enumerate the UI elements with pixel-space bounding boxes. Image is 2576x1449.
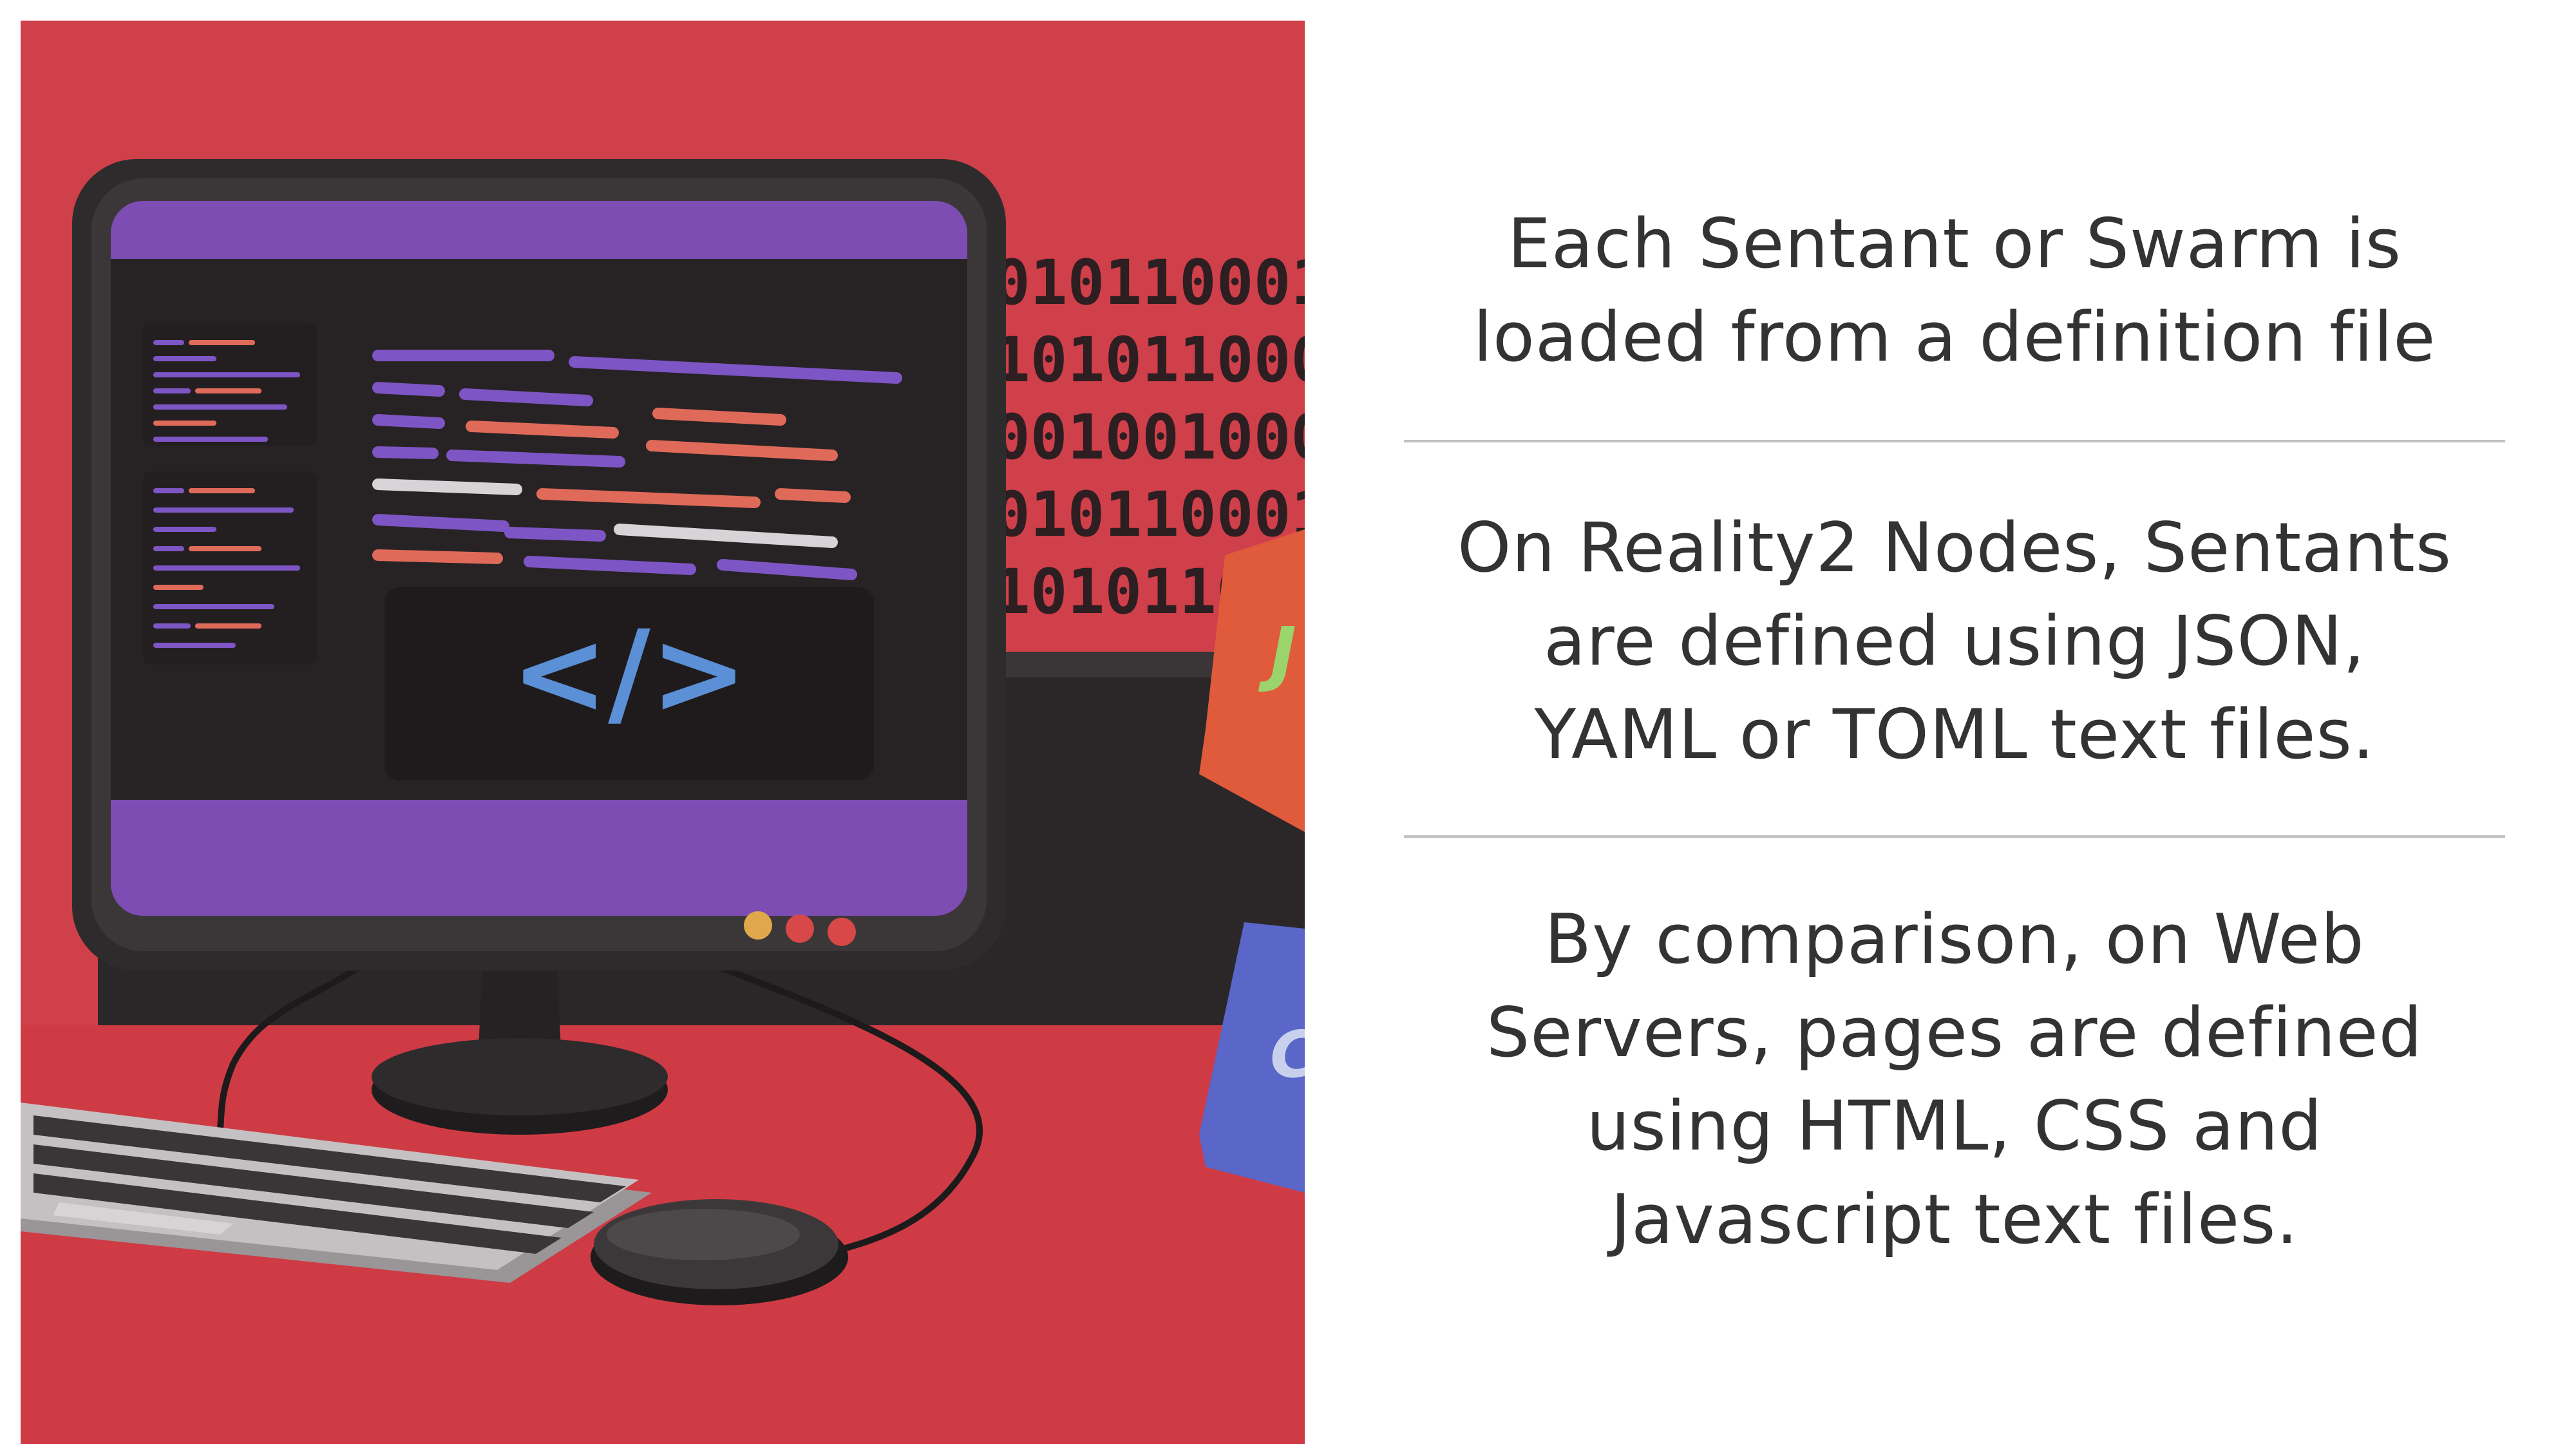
binary-line: 0010010001	[993, 401, 1305, 473]
indicator-dot	[786, 914, 814, 943]
paragraph-line: are defined using JSON,	[1544, 601, 2365, 681]
paragraph-line: Each Sentant or Swarm is	[1507, 204, 2402, 283]
computer-scene-image: 0101100010 1010110001 0010010001 0101100…	[21, 21, 1305, 1444]
binary-line: 0101100010	[993, 247, 1305, 319]
computer-illustration: 0101100010 1010110001 0010010001 0101100…	[21, 21, 1305, 1444]
code-symbol: </>	[511, 606, 747, 741]
monitor: </>	[72, 159, 1006, 971]
divider	[1404, 835, 2505, 838]
card-letter: C	[1270, 1017, 1305, 1092]
web-servers-paragraph: By comparison, on Web Servers, pages are…	[1404, 893, 2505, 1266]
definition-file-paragraph: Each Sentant or Swarm is loaded from a d…	[1404, 197, 2505, 384]
paragraph-line: On Reality2 Nodes, Sentants	[1457, 508, 2452, 587]
indicator-dot	[828, 918, 856, 946]
paragraph-line: loaded from a definition file	[1473, 298, 2436, 377]
binary-line: 0101100010	[993, 478, 1305, 551]
paragraph-line: Servers, pages are defined	[1486, 993, 2423, 1072]
divider	[1404, 440, 2505, 442]
paragraph-line: using HTML, CSS and	[1586, 1086, 2323, 1166]
text-panel: Each Sentant or Swarm is loaded from a d…	[1404, 0, 2505, 1449]
binary-line: 1010110001	[993, 324, 1305, 396]
indicator-dot	[744, 911, 772, 940]
paragraph-line: YAML or TOML text files.	[1534, 695, 2375, 774]
paragraph-line: By comparison, on Web	[1544, 900, 2365, 979]
paragraph-line: Javascript text files.	[1610, 1180, 2299, 1259]
slide: 0101100010 1010110001 0010010001 0101100…	[0, 0, 2576, 1449]
reality2-nodes-paragraph: On Reality2 Nodes, Sentants are defined …	[1404, 501, 2505, 781]
